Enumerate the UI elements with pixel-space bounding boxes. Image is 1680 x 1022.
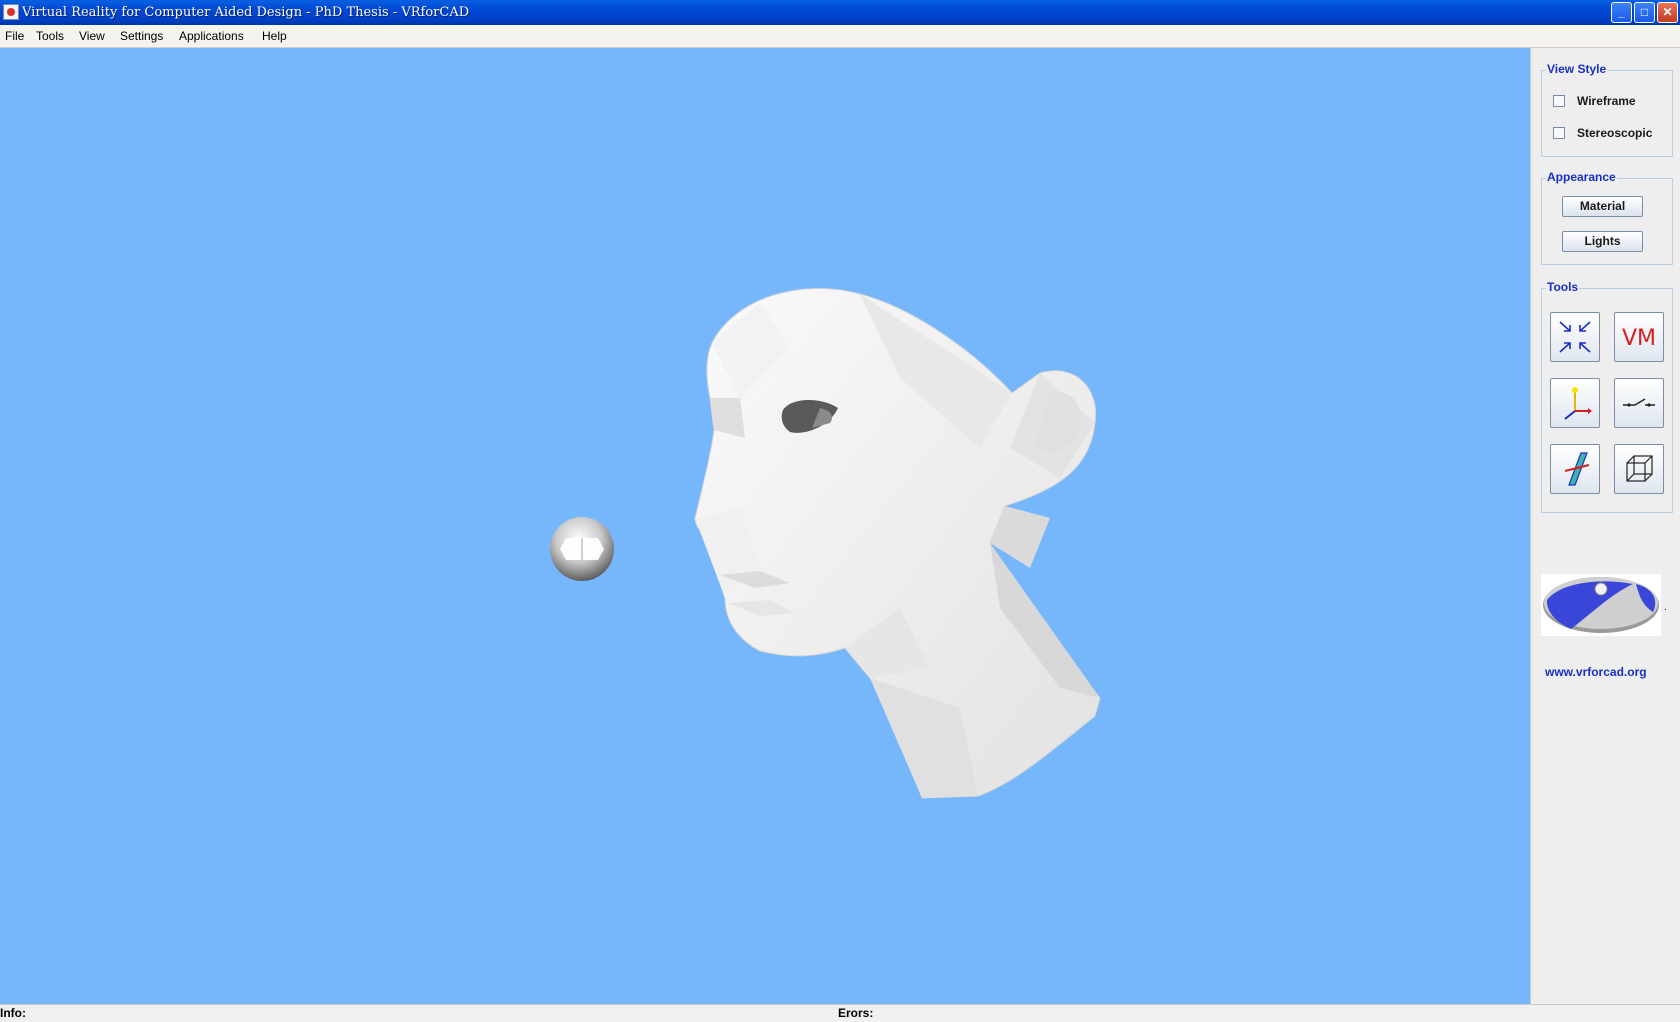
stereoscopic-label: Stereoscopic [1577,126,1653,140]
axes-icon [1564,387,1592,420]
lights-button[interactable]: Lights [1562,231,1643,252]
vrforcad-logo [1541,574,1661,636]
vm-button[interactable]: VM [1614,312,1664,362]
plane-section-icon [1564,452,1590,486]
menu-help[interactable]: Help [262,29,287,43]
menu-settings[interactable]: Settings [120,29,163,43]
stereoscopic-checkbox[interactable] [1553,127,1565,139]
website-link[interactable]: www.vrforcad.org [1545,665,1647,679]
menu-view[interactable]: View [79,29,105,43]
window-title: Virtual Reality for Computer Aided Desig… [22,5,470,20]
zoom-fit-button[interactable] [1550,312,1600,362]
edge-switch-icon [1623,398,1655,407]
side-panel: View Style Wireframe Stereoscopic Appear… [1530,48,1680,1004]
title-bar: Virtual Reality for Computer Aided Desig… [0,0,1680,25]
edge-switch-button[interactable] [1614,378,1664,428]
tools-title: Tools [1546,280,1580,294]
errors-label: Erors: [838,1006,874,1020]
app-icon[interactable] [3,4,19,20]
maximize-button[interactable]: □ [1634,2,1655,23]
menu-applications[interactable]: Applications [179,29,244,43]
view-style-title: View Style [1546,62,1608,76]
cube-button[interactable] [1614,444,1664,494]
wireframe-label: Wireframe [1577,94,1636,108]
material-button[interactable]: Material [1562,196,1643,217]
zoom-fit-icon [1559,321,1591,353]
axes-button[interactable] [1550,378,1600,428]
logo-dot: . [1664,602,1667,613]
3d-viewport[interactable] [0,48,1530,1004]
head-model[interactable] [694,288,1101,799]
view-style-group: View Style Wireframe Stereoscopic [1541,62,1673,157]
menu-tools[interactable]: Tools [36,29,64,43]
appearance-group: Appearance Material Lights [1541,170,1673,265]
menu-bar: File Tools View Settings Applications He… [0,25,1680,48]
cube-icon [1626,455,1653,482]
status-bar: Info: Erors: [0,1004,1680,1022]
vm-icon-text: VM [1622,326,1656,351]
close-button[interactable]: ✕ [1657,2,1678,23]
vm-icon: VM [1622,326,1656,351]
minimize-button[interactable]: _ [1611,2,1632,23]
plane-section-button[interactable] [1550,444,1600,494]
menu-file[interactable]: File [5,29,24,43]
wireframe-checkbox[interactable] [1553,95,1565,107]
light-sphere[interactable] [550,517,614,581]
appearance-title: Appearance [1546,170,1617,184]
tools-group: Tools VM [1541,280,1673,513]
info-label: Info: [0,1006,26,1020]
